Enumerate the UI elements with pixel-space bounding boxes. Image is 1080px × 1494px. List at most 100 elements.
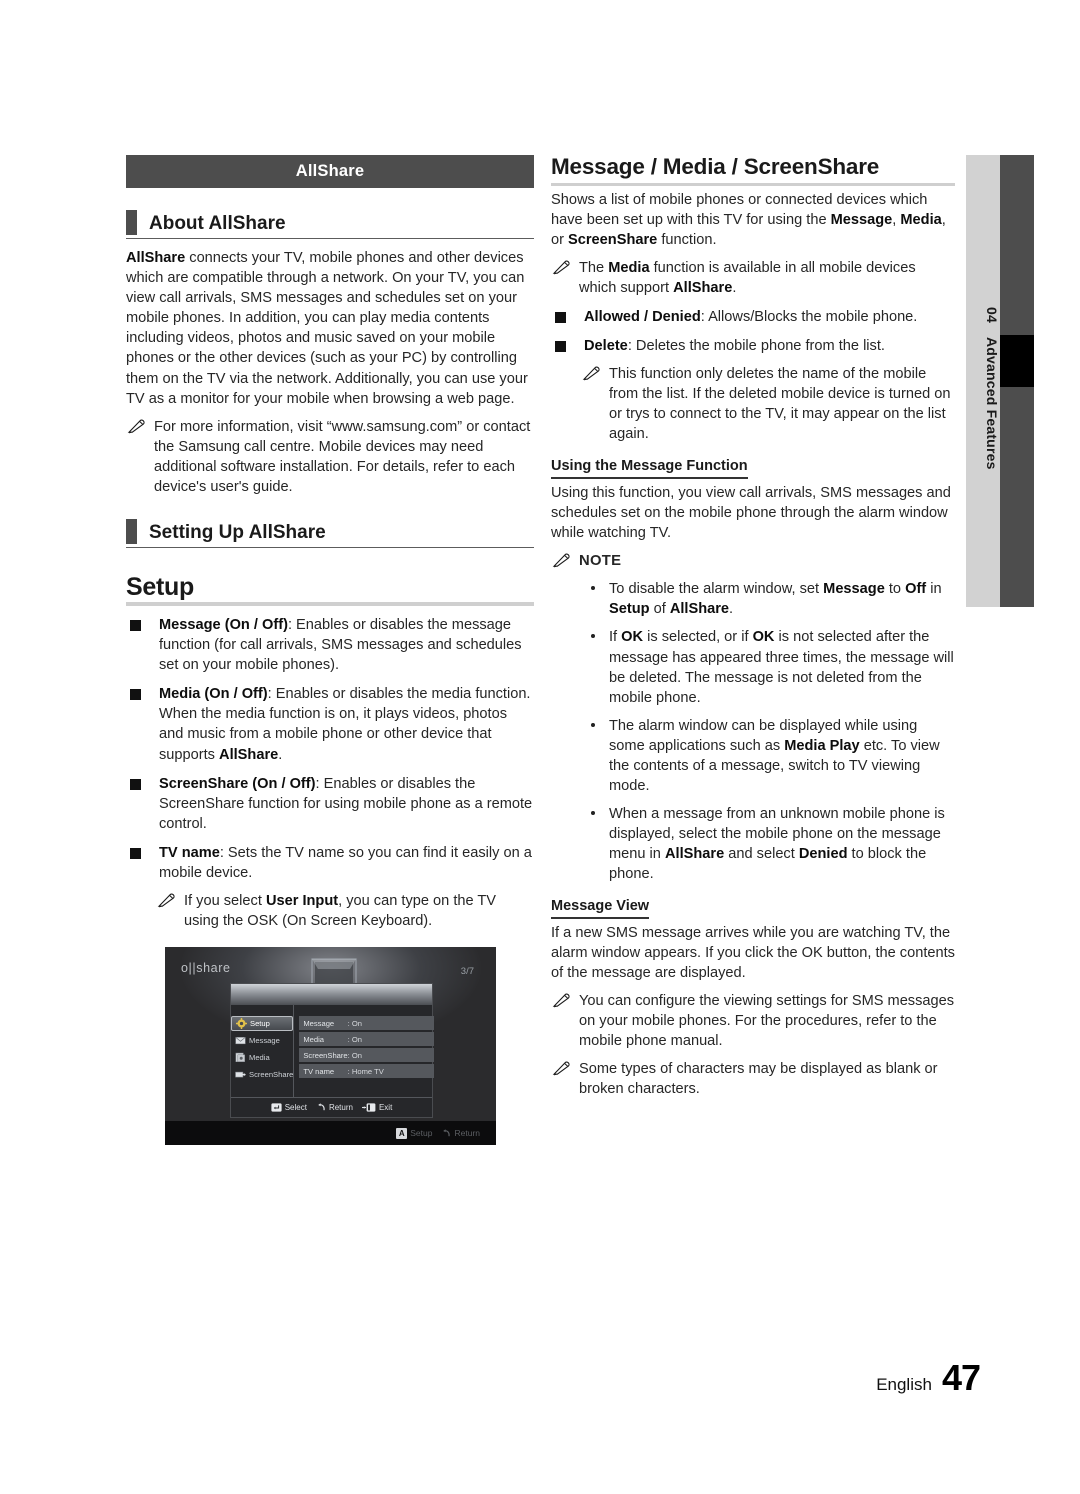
- about-allshare-text: connects your TV, mobile phones and othe…: [126, 250, 528, 407]
- chapter-side-tab: 04 Advanced Features: [966, 155, 1034, 607]
- message-view-paragraph: If a new SMS message arrives while you a…: [551, 924, 955, 981]
- allshare-title-bar: AllShare: [126, 155, 534, 189]
- media-note-bold-allshare: AllShare: [673, 280, 733, 296]
- osd-nav-item-media[interactable]: Media: [231, 1050, 293, 1065]
- osd-nav-item-message[interactable]: Message: [231, 1033, 293, 1048]
- setup-user-input-note-bold: User Input: [265, 892, 339, 909]
- osd-action-exit[interactable]: Exit: [361, 1103, 393, 1113]
- osd-action-select[interactable]: Select: [271, 1103, 307, 1112]
- osd-row-screenshare-label: ScreenShare: [303, 1050, 348, 1060]
- square-bullet-icon: [555, 312, 566, 324]
- osd-row-message[interactable]: Message : On: [299, 1016, 434, 1031]
- note-bullet-ok-selected: If OK is selected, or if OK is not selec…: [551, 627, 955, 707]
- square-bullet-icon: [130, 620, 141, 632]
- tv-bottom-setup[interactable]: A Setup: [396, 1127, 433, 1139]
- heading-marker-icon: [126, 210, 137, 236]
- osd-row-screenshare-value: : On: [347, 1050, 363, 1060]
- side-tab-label: Advanced Features: [984, 336, 1000, 470]
- allshare-logo: o||share: [181, 961, 231, 976]
- bullet-allowed-denied-term: Allowed / Denied: [584, 309, 701, 326]
- pencil-note-icon: [552, 1061, 570, 1076]
- osd-nav-item-setup[interactable]: Setup: [231, 1016, 294, 1032]
- osd-row-tvname-label: TV name: [303, 1066, 335, 1076]
- osd-row-media-value: : On: [347, 1034, 363, 1044]
- left-column: AllShare About AllShare AllShare connect…: [126, 155, 534, 1146]
- dot-bullet-icon: [591, 722, 595, 727]
- note-label-text: NOTE: [579, 553, 622, 570]
- bullet-delete-term: Delete: [584, 338, 628, 355]
- tv-bottom-setup-label: Setup: [410, 1128, 433, 1139]
- setup-item-tvname-term: TV name: [159, 844, 220, 861]
- square-bullet-icon: [130, 689, 141, 701]
- message-view-note-1-text: You can configure the viewing settings f…: [579, 992, 955, 1049]
- osd-row-message-label: Message: [303, 1018, 335, 1028]
- dot-bullet-icon: [591, 634, 595, 639]
- heading-setting-up-allshare: Setting Up AllShare: [126, 518, 534, 548]
- osd-row-screenshare[interactable]: ScreenShare : On: [299, 1048, 434, 1063]
- intro-part-4: function.: [657, 231, 717, 248]
- note-bullet-alarm-window-apps: The alarm window can be displayed while …: [551, 716, 955, 796]
- tv-bottom-return[interactable]: Return: [441, 1128, 480, 1138]
- osd-row-media-label: Media: [303, 1034, 325, 1044]
- pencil-note-icon: [127, 419, 145, 434]
- setup-item-media: Media (On / Off): Enables or disables th…: [126, 684, 534, 764]
- note-bullet-unknown-phone: When a message from an unknown mobile ph…: [551, 804, 955, 884]
- message-view-note-1: You can configure the viewing settings f…: [551, 991, 955, 1051]
- osd-nav-list: Setup Message Media ScreenShare: [231, 1005, 295, 1099]
- osd-row-tvname[interactable]: TV name : Home TV: [299, 1064, 434, 1079]
- heading-message-view: Message View: [551, 898, 650, 919]
- intro-bold-media: Media: [900, 211, 942, 228]
- setup-item-media-text-end: .: [278, 746, 283, 763]
- enter-key-icon: [271, 1103, 282, 1112]
- about-allshare-paragraph: AllShare connects your TV, mobile phones…: [126, 248, 534, 409]
- osd-nav-item-media-label: Media: [249, 1053, 270, 1063]
- about-allshare-note-text: For more information, visit “www.samsung…: [154, 418, 531, 495]
- pencil-note-icon: [552, 553, 570, 568]
- return-arrow-icon: [443, 1128, 451, 1136]
- square-bullet-icon: [130, 778, 141, 790]
- tv-osd-screenshot: o||share 3/7 Setup Message Media ScreenS…: [165, 947, 496, 1146]
- side-tab-black-marker: [1000, 335, 1034, 387]
- intro-bold-screenshare: ScreenShare: [568, 231, 658, 248]
- setup-user-input-note-pre: If you select: [184, 892, 266, 909]
- side-tab-number: 04: [984, 306, 1000, 323]
- screenshare-icon: [235, 1071, 246, 1078]
- osd-action-select-label: Select: [284, 1103, 307, 1113]
- note-label-row: NOTE: [551, 551, 955, 571]
- note-bullet-alarm-window-apps-text: The alarm window can be displayed while …: [609, 717, 940, 794]
- osd-body: Setup Message Media ScreenShare Message …: [231, 1005, 434, 1099]
- setup-item-screenshare: ScreenShare (On / Off): Enables or disab…: [126, 774, 534, 834]
- bullet-delete: Delete: Deletes the mobile phone from th…: [551, 336, 955, 356]
- osd-action-return-label: Return: [328, 1103, 353, 1113]
- setup-item-message-term: Message (On / Off): [159, 617, 288, 634]
- document-page: AllShare About AllShare AllShare connect…: [0, 0, 1080, 1494]
- message-view-note-2-text: Some types of characters may be displaye…: [579, 1061, 938, 1098]
- return-arrow-icon: [318, 1103, 325, 1111]
- media-note-part-1: The: [579, 259, 609, 276]
- page-footer: English 47: [876, 1357, 981, 1399]
- exit-key-icon: [361, 1103, 376, 1112]
- osd-action-return[interactable]: Return: [316, 1103, 353, 1112]
- bullet-delete-text: : Deletes the mobile phone from the list…: [627, 338, 885, 355]
- heading-about-allshare: About AllShare: [126, 210, 534, 240]
- using-message-paragraph: Using this function, you view call arriv…: [551, 484, 951, 541]
- delete-function-note: This function only deletes the name of t…: [551, 364, 955, 444]
- pencil-note-icon: [157, 893, 175, 908]
- about-allshare-note: For more information, visit “www.samsung…: [126, 417, 534, 497]
- osd-nav-item-screenshare[interactable]: ScreenShare: [231, 1067, 293, 1082]
- gear-icon: [236, 1018, 247, 1030]
- osd-row-media[interactable]: Media : On: [299, 1032, 434, 1047]
- osd-action-exit-label: Exit: [378, 1103, 393, 1113]
- about-allshare-term: AllShare: [126, 250, 186, 267]
- tv-bottom-bar: A Setup Return: [165, 1121, 496, 1146]
- bullet-allowed-denied-text: : Allows/Blocks the mobile phone.: [700, 309, 918, 326]
- dot-bullet-icon: [591, 586, 595, 591]
- heading-setting-up-allshare-label: Setting Up AllShare: [149, 521, 326, 543]
- note-bullet-unknown-phone-text: When a message from an unknown mobile ph…: [609, 805, 945, 883]
- pencil-note-icon: [582, 366, 600, 381]
- right-column: Message / Media / ScreenShare Shows a li…: [551, 154, 955, 1099]
- side-tab-text: 04 Advanced Features: [966, 155, 1000, 607]
- osd-nav-item-setup-label: Setup: [250, 1019, 270, 1029]
- media-note-bold-media: Media: [608, 259, 650, 276]
- setup-item-message: Message (On / Off): Enables or disables …: [126, 615, 534, 675]
